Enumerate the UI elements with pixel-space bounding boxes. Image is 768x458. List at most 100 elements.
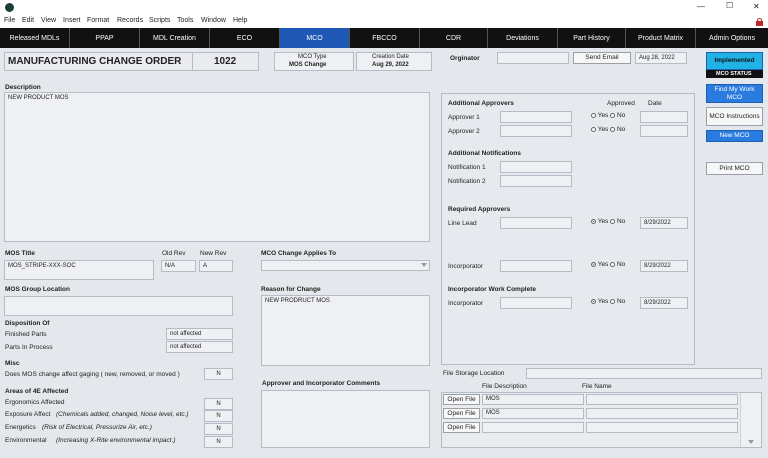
approved-label: Approved (607, 100, 635, 107)
tab-mco[interactable]: MCO (280, 28, 350, 48)
originator-field[interactable] (497, 52, 569, 64)
incorporator-radios[interactable]: Yes No (591, 261, 625, 268)
tab-part-history[interactable]: Part History (558, 28, 626, 48)
maximize-button[interactable]: ☐ (726, 1, 733, 10)
status-button[interactable]: Implemented (706, 52, 763, 70)
file-name-field[interactable] (586, 394, 738, 405)
find-my-work-button[interactable]: Find My Work MCO (706, 84, 763, 103)
open-file-button[interactable]: Open File (443, 422, 480, 433)
tab-product-matrix[interactable]: Product Matrix (626, 28, 696, 48)
incorporator-field[interactable] (500, 260, 572, 272)
file-name-field[interactable] (586, 422, 738, 433)
file-storage-label: File Storage Location (443, 370, 505, 377)
menu-window[interactable]: Window (201, 17, 226, 24)
approver2-label: Approver 2 (448, 128, 480, 135)
menu-scripts[interactable]: Scripts (149, 17, 170, 24)
menu-view[interactable]: View (41, 17, 56, 24)
file-description-header: File Description (482, 383, 527, 390)
mos-group-label: MOS Group Location (5, 286, 70, 293)
exposure-label: Exposure Affect (5, 411, 51, 418)
open-file-button[interactable]: Open File (443, 394, 480, 405)
minimize-button[interactable]: — (697, 2, 705, 11)
parts-in-process-field[interactable]: not affected (166, 341, 233, 353)
file-description-field[interactable]: MOS (482, 394, 584, 405)
menu-format[interactable]: Format (87, 17, 109, 24)
gaging-field[interactable]: N (204, 368, 233, 380)
reason-field[interactable]: NEW PRODRUCT MOS (261, 295, 430, 366)
finished-parts-field[interactable]: not affected (166, 328, 233, 340)
file-description-field[interactable] (482, 422, 584, 433)
line-lead-radios[interactable]: Yes No (591, 218, 625, 225)
menu-records[interactable]: Records (117, 17, 143, 24)
notification2-field[interactable] (500, 175, 572, 187)
tab-deviations[interactable]: Deviations (488, 28, 558, 48)
gaging-question: Does MOS change affect gaging ( new, rem… (5, 371, 180, 378)
print-mco-button[interactable]: Print MCO (706, 162, 763, 175)
old-rev-field[interactable]: N/A (161, 260, 196, 272)
menu-edit[interactable]: Edit (22, 17, 34, 24)
environmental-field[interactable]: N (204, 436, 233, 448)
work-incorporator-field[interactable] (500, 297, 572, 309)
mos-title-label: MOS Title (5, 250, 35, 257)
approver2-radios[interactable]: Yes No (591, 126, 625, 133)
notification1-label: Notification 1 (448, 164, 486, 171)
tab-released-mdls[interactable]: Released MDLs (0, 28, 70, 48)
line-lead-label: Line Lead (448, 220, 477, 227)
tab-eco[interactable]: ECO (210, 28, 280, 48)
work-complete-radios[interactable]: Yes No (591, 298, 625, 305)
additional-approvers-label: Additional Approvers (448, 100, 514, 107)
mco-number: 1022 (214, 56, 237, 67)
menu-insert[interactable]: Insert (63, 17, 81, 24)
tab-mdl-creation[interactable]: MDL Creation (140, 28, 210, 48)
approver2-date[interactable] (640, 125, 688, 137)
tab-cdr[interactable]: CDR (420, 28, 488, 48)
file-description-field[interactable]: MOS (482, 408, 584, 419)
menu-bar: File Edit View Insert Format Records Scr… (0, 15, 768, 28)
open-file-button[interactable]: Open File (443, 408, 480, 419)
mos-title-field[interactable]: MOS_STRIPE-XXX-SOC (4, 260, 154, 280)
mco-instructions-button[interactable]: MCO Instructions (706, 107, 763, 126)
ergonomics-field[interactable]: N (204, 398, 233, 410)
menu-help[interactable]: Help (233, 17, 247, 24)
applies-to-select[interactable] (261, 260, 430, 271)
environmental-label: Environmental (5, 437, 47, 444)
menu-file[interactable]: File (4, 17, 15, 24)
new-rev-field[interactable]: A (199, 260, 233, 272)
send-email-button[interactable]: Send Email (573, 52, 631, 64)
tab-admin-options[interactable]: Admin Options (696, 28, 768, 48)
lock-icon[interactable] (756, 18, 763, 26)
line-lead-field[interactable] (500, 217, 572, 229)
comments-field[interactable] (261, 390, 430, 448)
incorporator-label: Incorporator (448, 263, 484, 270)
approver1-date[interactable] (640, 111, 688, 123)
file-storage-field[interactable] (526, 368, 762, 379)
page-title: MANUFACTURING CHANGE ORDER (8, 56, 182, 67)
tab-ppap[interactable]: PPAP (70, 28, 140, 48)
approver1-field[interactable] (500, 111, 572, 123)
line-lead-date[interactable]: 8/29/2022 (640, 217, 688, 229)
title-bar: — ☐ ✕ (0, 0, 768, 15)
file-list-scrollbar[interactable] (740, 393, 761, 447)
approver2-field[interactable] (500, 125, 572, 137)
energetics-label: Energetics (5, 424, 36, 431)
parts-in-process-label: Parts In Process (5, 344, 53, 351)
notification1-field[interactable] (500, 161, 572, 173)
energetics-note: (Risk of Electrical, Pressurize Air, etc… (42, 424, 152, 431)
mos-group-field[interactable] (4, 296, 233, 316)
notification2-label: Notification 2 (448, 178, 486, 185)
new-mco-button[interactable]: New MCO (706, 130, 763, 142)
exposure-field[interactable]: N (204, 410, 233, 422)
mco-type-value: MOS Change (289, 62, 327, 68)
menu-tools[interactable]: Tools (177, 17, 193, 24)
scroll-down-icon[interactable] (748, 440, 754, 444)
status-label: MCO STATUS (716, 71, 752, 77)
description-field[interactable]: NEW PRODUCT MOS (4, 92, 430, 242)
file-name-field[interactable] (586, 408, 738, 419)
close-button[interactable]: ✕ (753, 2, 760, 11)
work-complete-date[interactable]: 8/29/2022 (640, 297, 688, 309)
chevron-down-icon[interactable] (421, 263, 427, 267)
incorporator-date[interactable]: 8/29/2022 (640, 260, 688, 272)
approver1-radios[interactable]: Yes No (591, 112, 625, 119)
tab-fbcco[interactable]: FBCCO (350, 28, 420, 48)
energetics-field[interactable]: N (204, 423, 233, 435)
